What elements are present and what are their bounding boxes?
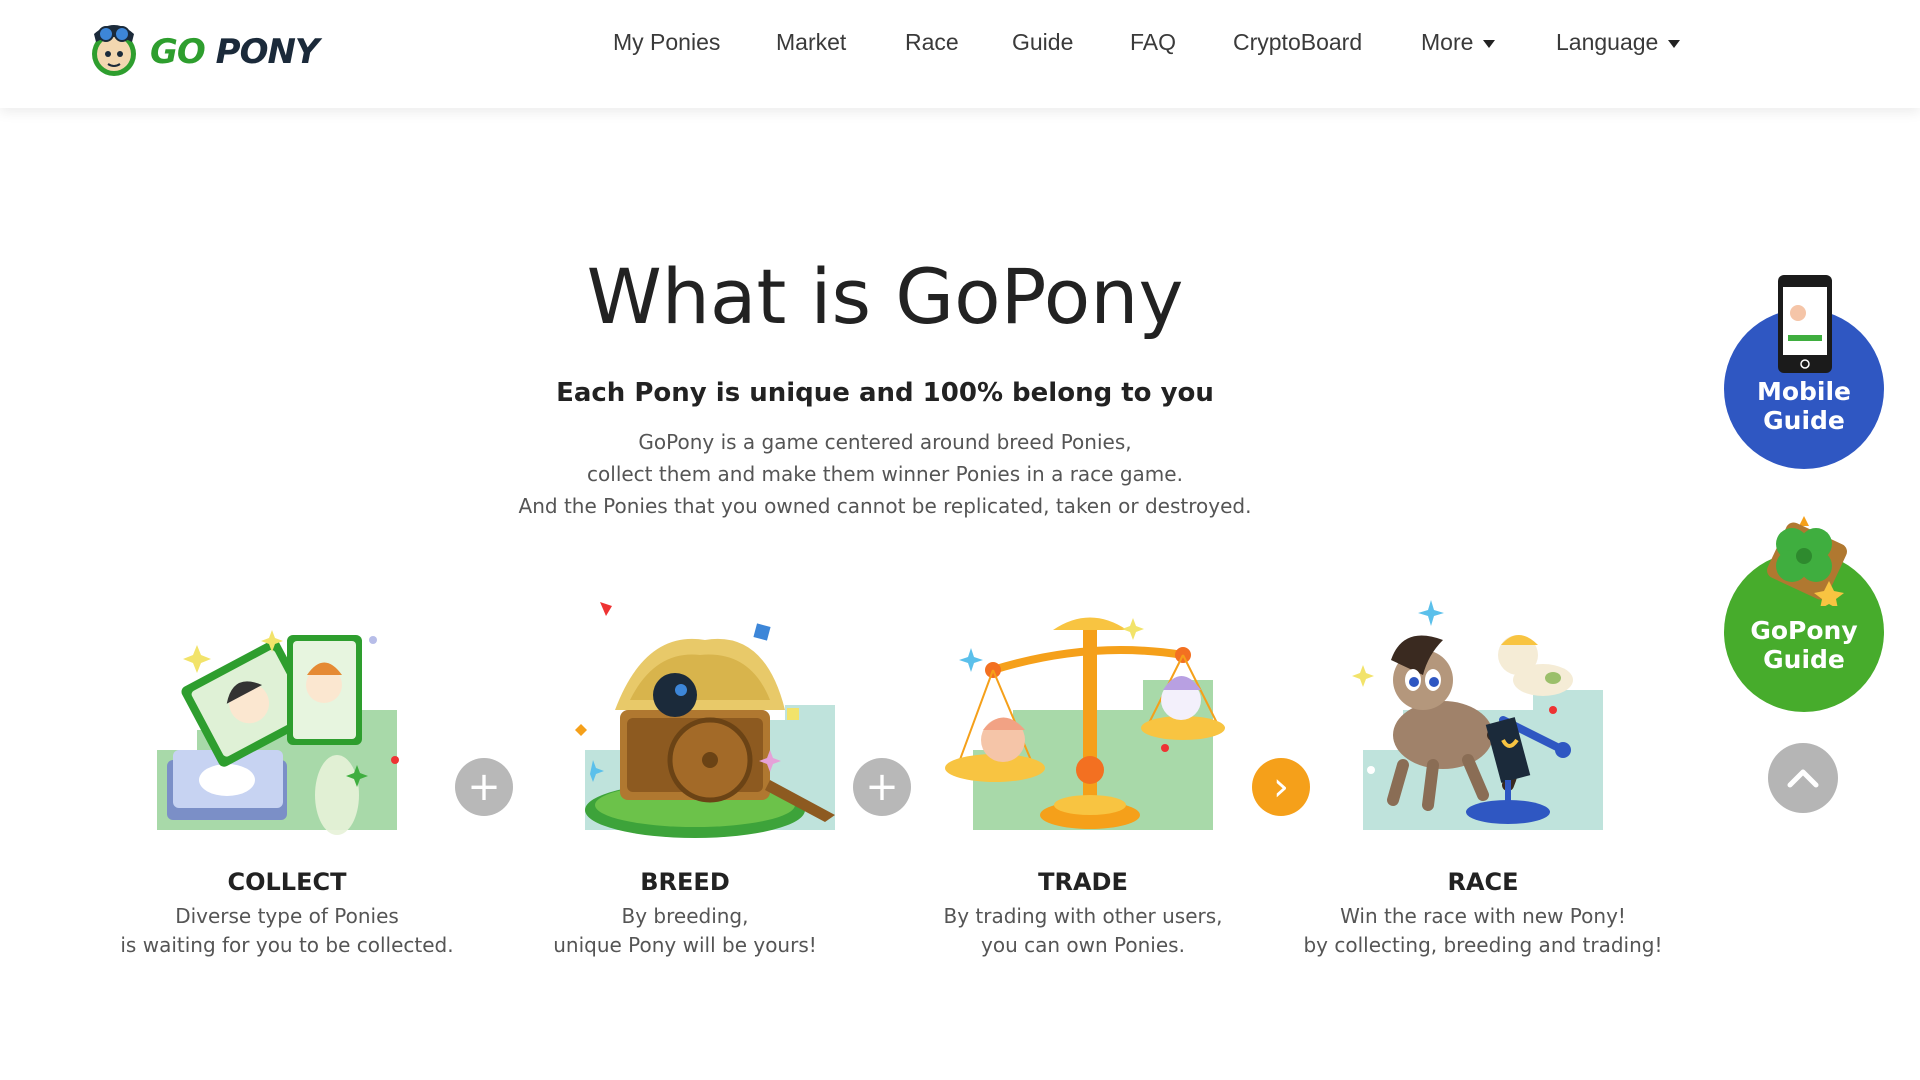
page-title: What is GoPony [586,252,1184,341]
gopony-guide-label: GoPony Guide [1724,616,1884,674]
breed-illustration [535,600,845,840]
nav-more-label: More [1421,29,1474,55]
step-trade: TRADE By trading with other users, you c… [903,600,1263,957]
scroll-to-top-button[interactable] [1768,743,1838,813]
step-collect: COLLECT Diverse type of Ponies is waitin… [107,600,467,957]
intro-line: GoPony is a game centered around breed P… [638,430,1132,454]
step-breed: BREED By breeding, unique Pony will be y… [505,600,865,957]
nav-cryptoboard[interactable]: CryptoBoard [1233,24,1362,60]
chevron-up-icon [1787,769,1819,788]
nav-more-dropdown[interactable]: More [1421,24,1496,60]
step-race: RACE Win the race with new Pony! by coll… [1303,600,1663,957]
step-desc-line: Win the race with new Pony! [1340,904,1626,928]
mobile-guide-line: Mobile [1756,377,1852,406]
nav-my-ponies[interactable]: My Ponies [613,24,720,60]
main-nav: My Ponies Market Race Guide FAQ CryptoBo… [0,24,1920,60]
intro-line: And the Ponies that you owned cannot be … [518,494,1252,518]
caret-down-icon [1483,39,1496,48]
step-description: By trading with other users, you can own… [903,902,1263,960]
intro-description: GoPony is a game centered around breed P… [0,426,1770,522]
smartphone-icon [1778,275,1832,373]
mobile-guide-line: Guide [1763,406,1845,435]
step-description: Diverse type of Ponies is waiting for yo… [107,902,467,960]
clover-icon [1767,516,1847,606]
step-title: TRADE [1038,868,1128,896]
step-description: Win the race with new Pony! by collectin… [1303,902,1663,960]
mobile-guide-button[interactable]: Mobile Guide [1724,275,1884,469]
nav-language-label: Language [1556,29,1659,55]
gopony-guide-button[interactable]: GoPony Guide [1724,516,1884,712]
step-desc-line: is waiting for you to be collected. [120,933,454,957]
nav-race[interactable]: Race [905,24,959,60]
step-desc-line: By breeding, [621,904,749,928]
step-description: By breeding, unique Pony will be yours! [505,902,865,960]
intro-line: collect them and make them winner Ponies… [587,462,1183,486]
step-desc-line: unique Pony will be yours! [553,933,817,957]
step-title: RACE [1447,868,1519,896]
race-illustration [1333,600,1633,840]
step-title: COLLECT [227,868,347,896]
gopony-guide-line: GoPony [1750,616,1858,645]
gopony-guide-line: Guide [1763,645,1845,674]
nav-market[interactable]: Market [776,24,846,60]
mobile-guide-label: Mobile Guide [1724,377,1884,435]
step-desc-line: Diverse type of Ponies [175,904,399,928]
chevron-right-icon: › [1252,758,1310,816]
trade-illustration [933,600,1233,840]
step-desc-line: you can own Ponies. [981,933,1185,957]
top-header: GO PONY My Ponies Market Race Guide FAQ … [0,0,1920,108]
step-desc-line: by collecting, breeding and trading! [1303,933,1663,957]
step-desc-line: By trading with other users, [943,904,1223,928]
caret-down-icon [1668,39,1681,48]
nav-language-dropdown[interactable]: Language [1556,24,1681,60]
step-title: BREED [640,868,730,896]
collect-illustration [137,600,437,840]
page-subtitle: Each Pony is unique and 100% belong to y… [556,378,1214,408]
nav-faq[interactable]: FAQ [1130,24,1176,60]
nav-guide[interactable]: Guide [1012,24,1073,60]
